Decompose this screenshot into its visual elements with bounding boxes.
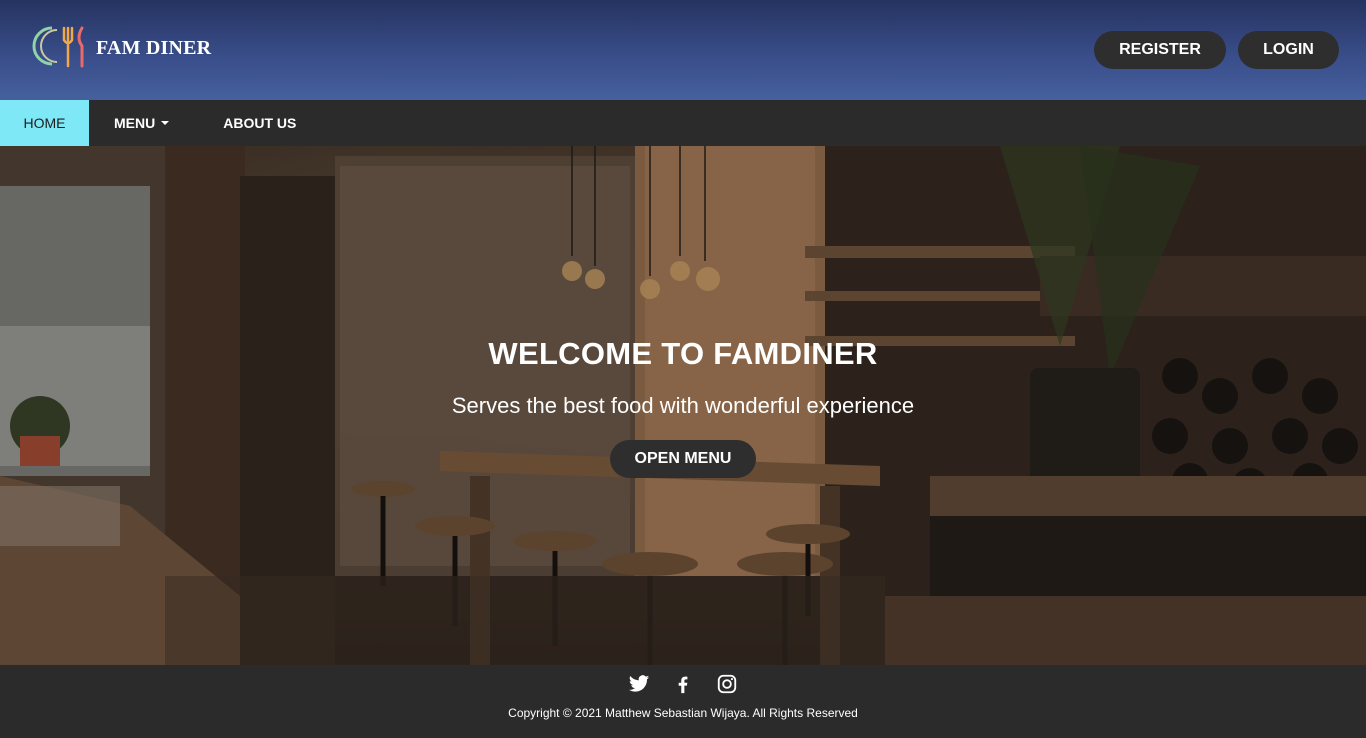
register-button[interactable]: REGISTER [1094,31,1226,69]
nav-item-label: HOME [23,115,66,131]
nav-item-home[interactable]: HOME [0,100,89,146]
fork-knife-logo-icon [30,22,90,75]
nav-item-label: MENU [114,115,156,131]
twitter-icon[interactable] [628,673,650,695]
hero-banner: WELCOME TO FAMDINER Serves the best food… [0,146,1366,665]
site-footer: Copyright © 2021 Matthew Sebastian Wijay… [0,665,1366,738]
hero-title: WELCOME TO FAMDINER [488,336,878,371]
nav-item-about-us[interactable]: ABOUT US [197,100,296,146]
login-button[interactable]: LOGIN [1238,31,1339,69]
nav-item-menu[interactable]: MENU [89,100,197,146]
site-header: FAM DINER REGISTER LOGIN [0,0,1366,100]
facebook-icon[interactable] [672,673,694,695]
logo[interactable]: FAM DINER [30,22,211,75]
copyright-text: Copyright © 2021 Matthew Sebastian Wijay… [508,706,858,720]
main-nav: HOME MENU ABOUT US [0,100,1366,146]
logo-text: FAM DINER [96,37,212,59]
nav-item-label: ABOUT US [223,115,297,131]
hero-subtitle: Serves the best food with wonderful expe… [451,393,915,418]
social-links [0,673,1366,695]
caret-down-icon [161,121,170,125]
open-menu-button[interactable]: OPEN MENU [610,440,756,478]
instagram-icon[interactable] [716,673,738,695]
